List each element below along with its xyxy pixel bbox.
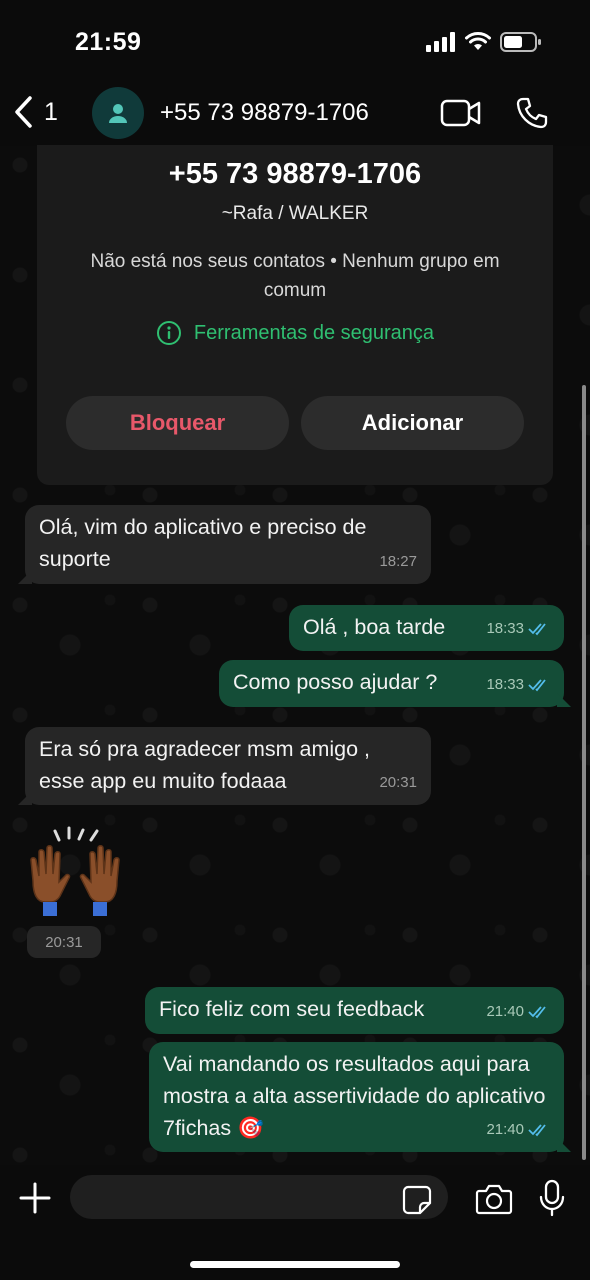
unread-count: 1 (44, 97, 58, 126)
message-outgoing[interactable]: Olá , boa tarde 18:33 (289, 605, 564, 651)
message-time: 21:40 (486, 1121, 524, 1138)
scrollbar[interactable] (582, 385, 586, 1160)
chevron-left-icon (15, 96, 32, 128)
message-text: Olá, vim do aplicativo e preciso de supo… (39, 515, 367, 571)
info-description: Não está nos seus contatos • Nenhum grup… (90, 251, 500, 301)
back-button[interactable]: 1 (12, 94, 58, 130)
message-meta: 18:27 (379, 546, 417, 578)
info-icon (156, 321, 181, 345)
info-phone: +55 73 98879-1706 (168, 158, 422, 190)
wifi-icon (465, 32, 491, 50)
add-contact-button[interactable]: Adicionar (301, 396, 524, 450)
person-icon (109, 104, 127, 123)
sticker-button[interactable] (402, 1185, 432, 1220)
double-check-icon (528, 1006, 546, 1019)
message-meta: 21:40 (486, 996, 550, 1028)
home-indicator[interactable] (190, 1261, 400, 1268)
message-outgoing[interactable]: Como posso ajudar ? 18:33 (219, 660, 564, 707)
status-icons (426, 32, 542, 52)
message-time: 20:31 (379, 774, 417, 791)
video-call-button[interactable] (440, 99, 482, 132)
security-tools-link[interactable]: Ferramentas de segurança (37, 320, 553, 346)
microphone-button[interactable] (538, 1179, 566, 1222)
raised-hands-emoji-icon (30, 826, 120, 916)
chat-header: 1 +55 73 98879-1706 (0, 80, 590, 146)
voice-call-button[interactable] (515, 96, 549, 135)
message-meta: 21:40 (486, 1114, 550, 1146)
avatar[interactable] (92, 87, 144, 139)
message-meta: 18:33 (486, 669, 550, 701)
message-incoming[interactable]: Olá, vim do aplicativo e preciso de supo… (25, 505, 431, 584)
input-bar (0, 1165, 590, 1280)
sticker-icon (402, 1185, 432, 1215)
message-time: 18:27 (379, 553, 417, 570)
block-button[interactable]: Bloquear (66, 396, 289, 450)
message-text: Era só pra agradecer msm amigo , esse ap… (39, 737, 370, 793)
message-input[interactable] (70, 1175, 448, 1219)
attach-button[interactable] (18, 1181, 52, 1220)
microphone-icon (539, 1179, 565, 1217)
phone-icon (516, 97, 548, 129)
emoji-message[interactable] (25, 826, 125, 921)
video-camera-icon (440, 99, 481, 127)
double-check-icon (528, 679, 546, 692)
message-outgoing[interactable]: Vai mandando os resultados aqui para mos… (149, 1042, 564, 1152)
info-name: ~Rafa / WALKER (221, 203, 369, 224)
status-time: 21:59 (75, 28, 142, 56)
camera-button[interactable] (475, 1183, 513, 1220)
message-time: 20:31 (27, 926, 101, 958)
message-outgoing[interactable]: Fico feliz com seu feedback 21:40 (145, 987, 564, 1034)
cellular-signal-icon (426, 32, 455, 52)
message-time: 21:40 (486, 1003, 524, 1020)
message-meta: 20:31 (379, 767, 417, 799)
message-incoming[interactable]: Era só pra agradecer msm amigo , esse ap… (25, 727, 431, 805)
security-label: Ferramentas de segurança (193, 321, 435, 344)
battery-icon (500, 32, 541, 52)
camera-icon (475, 1184, 513, 1215)
plus-icon (19, 1182, 51, 1214)
double-check-icon (528, 1124, 546, 1137)
double-check-icon (528, 623, 546, 636)
contact-title[interactable]: +55 73 98879-1706 (160, 99, 369, 127)
status-bar: 21:59 (0, 0, 590, 80)
message-meta: 18:33 (486, 613, 550, 645)
message-time: 18:33 (486, 620, 524, 637)
message-time: 18:33 (486, 676, 524, 693)
contact-info-card: +55 73 98879-1706 ~Rafa / WALKER Não est… (37, 145, 553, 485)
